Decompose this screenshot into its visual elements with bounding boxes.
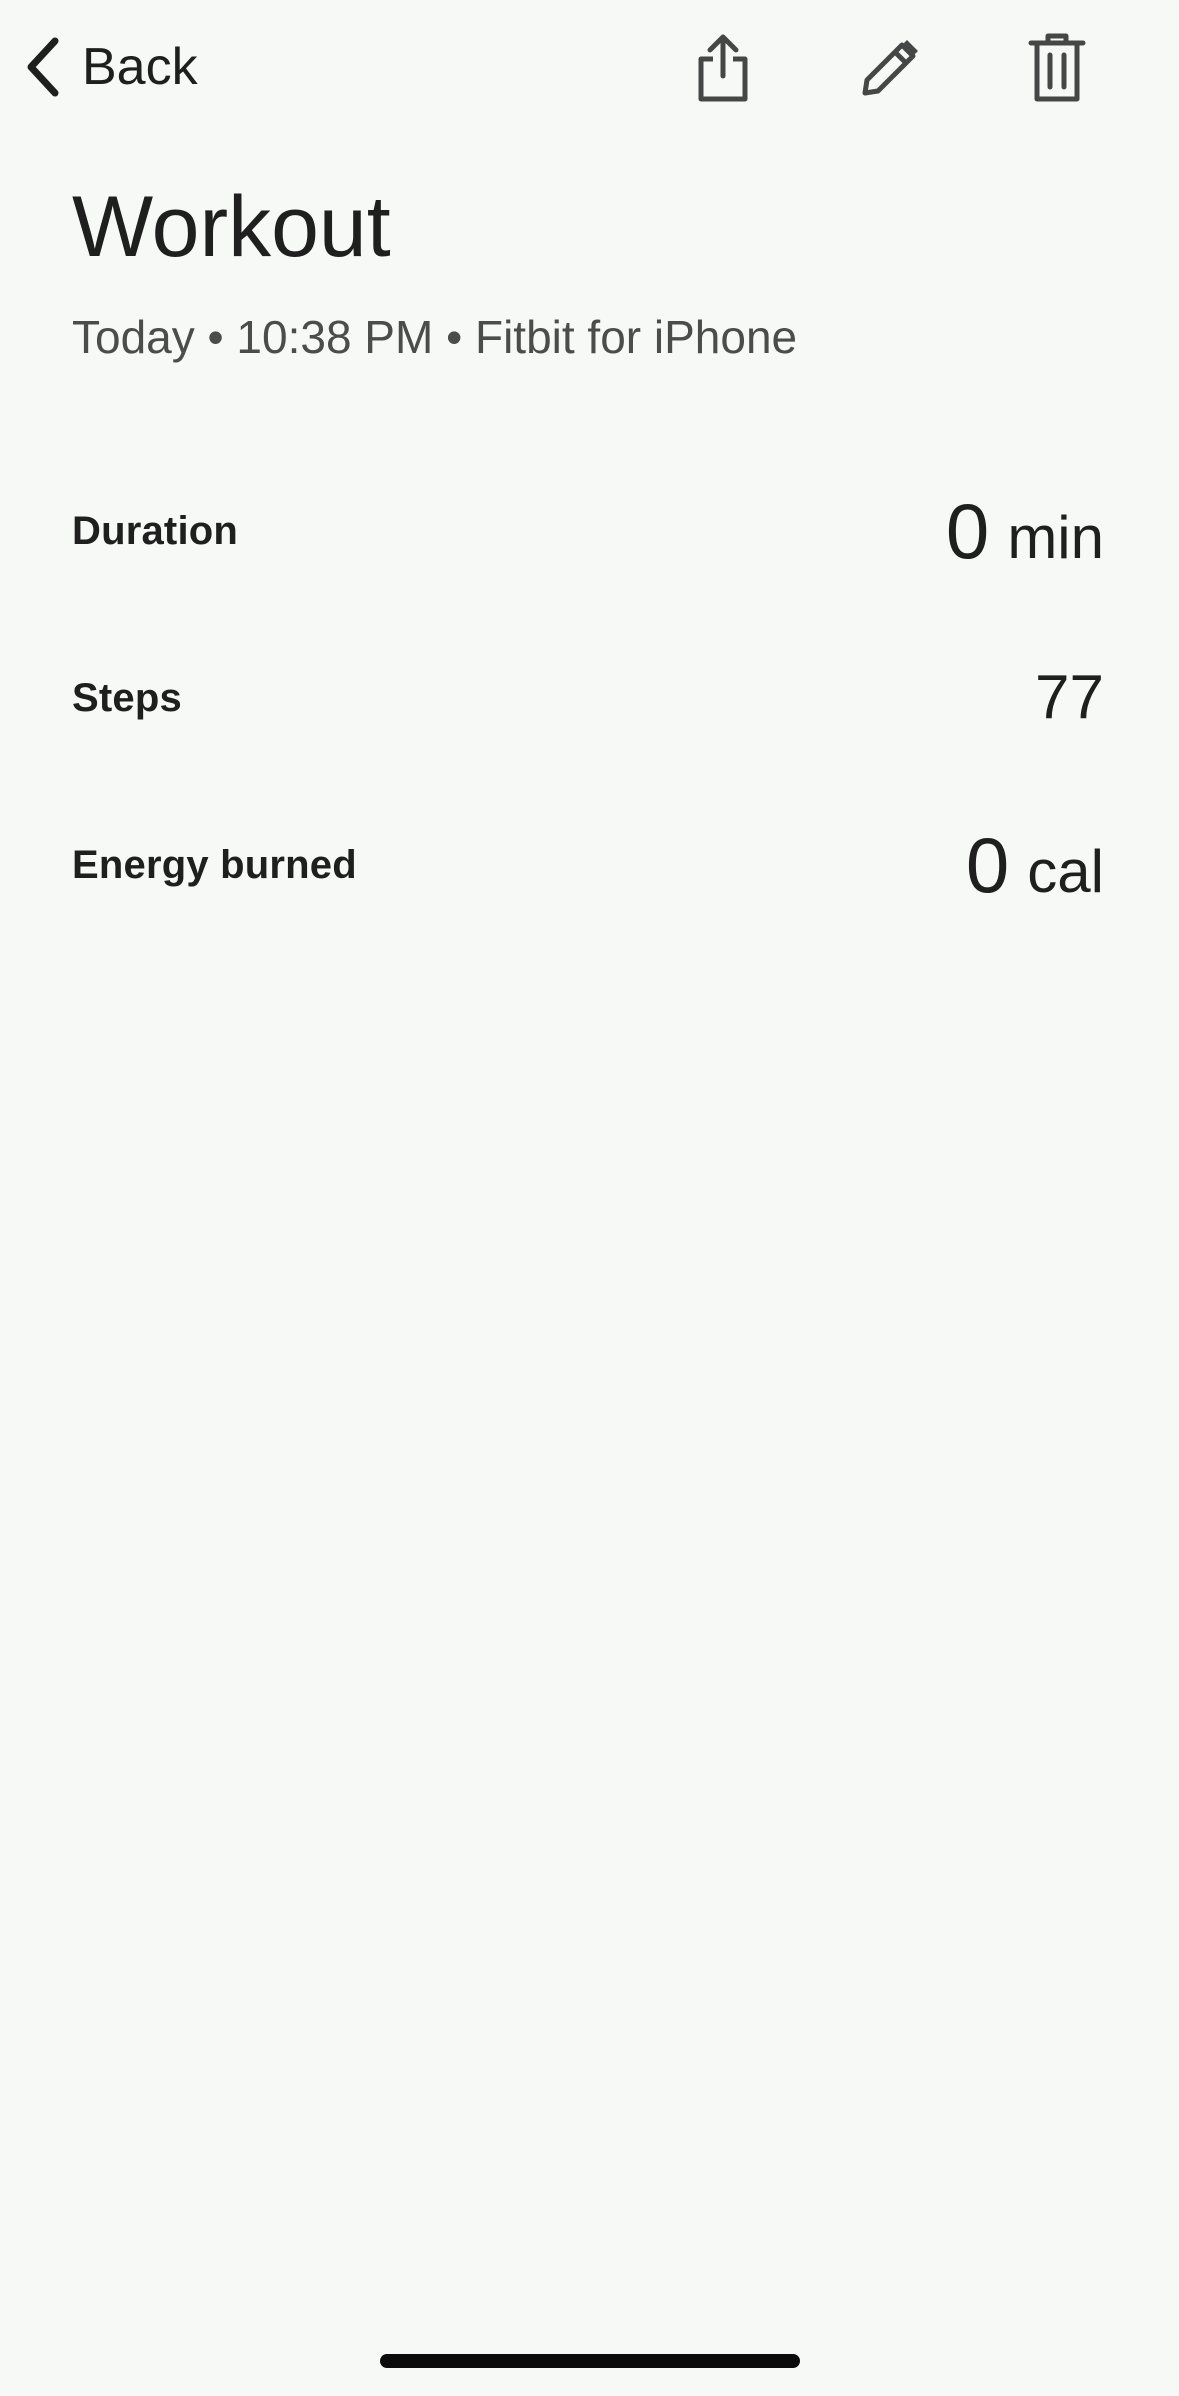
energy-value-group: 0 cal bbox=[966, 826, 1104, 904]
steps-value-group: 77 bbox=[1035, 667, 1104, 729]
energy-label: Energy burned bbox=[72, 842, 357, 887]
duration-value-group: 0 min bbox=[946, 492, 1104, 570]
energy-value: 0 bbox=[965, 821, 1010, 909]
chevron-left-icon bbox=[27, 37, 59, 97]
duration-value: 0 bbox=[945, 487, 990, 575]
stat-row-duration: Duration 0 min bbox=[72, 476, 1104, 586]
delete-button[interactable] bbox=[1017, 28, 1097, 108]
pencil-icon bbox=[862, 40, 918, 96]
share-button[interactable] bbox=[683, 28, 763, 108]
share-icon bbox=[698, 34, 748, 102]
duration-label: Duration bbox=[72, 508, 239, 553]
energy-unit: cal bbox=[1027, 838, 1104, 905]
back-label: Back bbox=[82, 38, 198, 96]
home-indicator[interactable] bbox=[380, 2354, 800, 2368]
workout-meta: Today • 10:38 PM • Fitbit for iPhone bbox=[72, 311, 798, 363]
top-navigation-bar: Back bbox=[0, 0, 1179, 140]
back-button[interactable]: Back bbox=[22, 30, 198, 104]
steps-value: 77 bbox=[1035, 663, 1104, 732]
edit-button[interactable] bbox=[850, 28, 930, 108]
stat-row-energy: Energy burned 0 cal bbox=[72, 810, 1104, 920]
page-title: Workout bbox=[72, 179, 391, 275]
stat-row-steps: Steps 77 bbox=[72, 643, 1104, 753]
trash-icon bbox=[1028, 33, 1086, 102]
duration-unit: min bbox=[1007, 504, 1104, 571]
steps-label: Steps bbox=[72, 675, 182, 720]
